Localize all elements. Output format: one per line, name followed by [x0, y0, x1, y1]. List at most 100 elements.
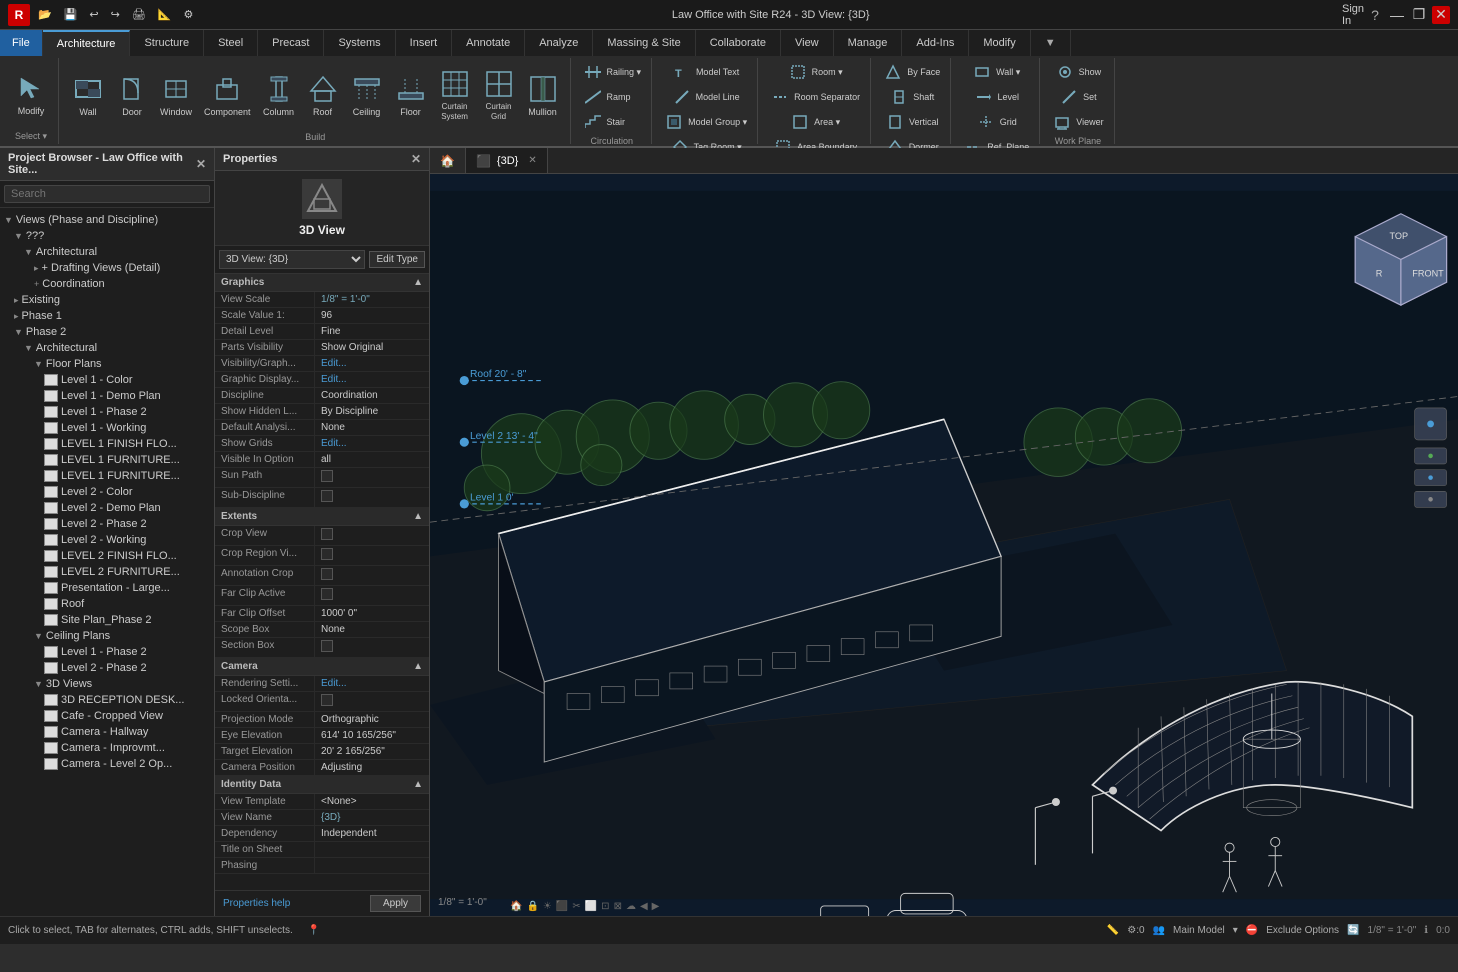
- sync-icon[interactable]: 🔄: [1347, 925, 1359, 936]
- crop-view-checkbox[interactable]: [321, 528, 333, 540]
- close-btn[interactable]: ✕: [1432, 6, 1450, 24]
- tree-item-qqq[interactable]: ▼???: [0, 228, 214, 244]
- section-box-checkbox[interactable]: [321, 640, 333, 652]
- tab-insert[interactable]: Insert: [396, 30, 453, 56]
- modify-btn[interactable]: Modify: [10, 69, 52, 120]
- model-dropdown[interactable]: ▾: [1233, 925, 1238, 936]
- mullion-btn[interactable]: Mullion: [522, 70, 564, 121]
- tree-view-presentation[interactable]: Presentation - Large...: [0, 580, 214, 596]
- 3d-tab-close[interactable]: ✕: [528, 155, 536, 166]
- tab-addins[interactable]: Add-Ins: [902, 30, 969, 56]
- tree-views-root[interactable]: ▼Views (Phase and Discipline): [0, 212, 214, 228]
- set-btn[interactable]: Set: [1055, 85, 1101, 109]
- crop-region-checkbox[interactable]: [321, 548, 333, 560]
- nav-3d-icon[interactable]: ⬜: [585, 901, 597, 912]
- nav-render-icon[interactable]: ⬛: [556, 901, 568, 912]
- tree-view-l2-op[interactable]: Camera - Level 2 Op...: [0, 756, 214, 772]
- tree-item-coordination[interactable]: +Coordination: [0, 276, 214, 292]
- tree-view-l1-finish[interactable]: LEVEL 1 FINISH FLO...: [0, 436, 214, 452]
- nav-cloud-icon[interactable]: ☁: [626, 901, 636, 912]
- tab-steel[interactable]: Steel: [204, 30, 258, 56]
- tree-view-site-plan[interactable]: Site Plan_Phase 2: [0, 612, 214, 628]
- prop-section-extents[interactable]: Extents ▲: [215, 508, 429, 526]
- wall-btn[interactable]: Wall: [67, 70, 109, 121]
- model-group-btn[interactable]: Model Group ▾: [660, 110, 751, 134]
- tree-view-l2-furn[interactable]: LEVEL 2 FURNITURE...: [0, 564, 214, 580]
- roof-btn[interactable]: Roof: [302, 70, 344, 121]
- qa-save[interactable]: 💾: [60, 6, 82, 23]
- tree-view-cafe[interactable]: Cafe - Cropped View: [0, 708, 214, 724]
- sign-in-btn[interactable]: Sign In: [1344, 6, 1362, 24]
- restore-btn[interactable]: ❐: [1410, 6, 1428, 24]
- model-text-btn[interactable]: T Model Text: [668, 60, 743, 84]
- properties-close[interactable]: ✕: [411, 152, 421, 166]
- tree-view-l1-demo[interactable]: Level 1 - Demo Plan: [0, 388, 214, 404]
- tab-annotate[interactable]: Annotate: [452, 30, 525, 56]
- tab-home[interactable]: 🏠: [430, 148, 466, 173]
- tab-precast[interactable]: Precast: [258, 30, 324, 56]
- railing-btn[interactable]: Railing ▾: [579, 60, 646, 84]
- component-btn[interactable]: Component: [199, 70, 256, 121]
- tab-manage[interactable]: Manage: [834, 30, 903, 56]
- qa-measure[interactable]: 📐: [154, 6, 176, 23]
- tab-structure[interactable]: Structure: [130, 30, 204, 56]
- qa-redo[interactable]: ↪: [107, 6, 124, 23]
- sun-path-checkbox[interactable]: [321, 470, 333, 482]
- tree-view-ceil-l1[interactable]: Level 1 - Phase 2: [0, 644, 214, 660]
- tree-view-l1-color[interactable]: Level 1 - Color: [0, 372, 214, 388]
- tree-view-3d-reception[interactable]: 3D RECEPTION DESK...: [0, 692, 214, 708]
- prop-section-identity[interactable]: Identity Data ▲: [215, 776, 429, 794]
- vertical-btn[interactable]: Vertical: [881, 110, 943, 134]
- qa-undo[interactable]: ↩: [85, 6, 102, 23]
- locked-orient-checkbox[interactable]: [321, 694, 333, 706]
- area-btn[interactable]: Area ▾: [786, 110, 844, 134]
- room-sep-btn[interactable]: Room Separator: [766, 85, 864, 109]
- curtain-grid-btn[interactable]: CurtainGrid: [478, 65, 520, 124]
- tree-view-l1-furn2[interactable]: LEVEL 1 FURNITURE...: [0, 468, 214, 484]
- tab-file[interactable]: File: [0, 30, 43, 56]
- tab-contextual[interactable]: ▼: [1031, 30, 1071, 56]
- minimize-btn[interactable]: —: [1388, 6, 1406, 24]
- annotation-crop-checkbox[interactable]: [321, 568, 333, 580]
- apply-btn[interactable]: Apply: [370, 895, 421, 912]
- nav-section-icon[interactable]: ✂: [572, 901, 580, 912]
- qa-settings[interactable]: ⚙: [180, 6, 198, 23]
- prop-section-graphics[interactable]: Graphics ▲: [215, 274, 429, 292]
- tab-massing[interactable]: Massing & Site: [593, 30, 695, 56]
- shaft-btn[interactable]: Shaft: [885, 85, 938, 109]
- prop-view-select[interactable]: 3D View: {3D}: [219, 250, 365, 269]
- tree-item-phase2[interactable]: ▼Phase 2: [0, 324, 214, 340]
- curtain-system-btn[interactable]: CurtainSystem: [434, 65, 476, 124]
- tree-view-l1-working[interactable]: Level 1 - Working: [0, 420, 214, 436]
- tab-architecture[interactable]: Architecture: [43, 30, 131, 56]
- tree-view-l2-phase2[interactable]: Level 2 - Phase 2: [0, 516, 214, 532]
- tree-view-ceil-l2[interactable]: Level 2 - Phase 2: [0, 660, 214, 676]
- tree-item-drafting[interactable]: ▸+ Drafting Views (Detail): [0, 260, 214, 276]
- prop-section-camera[interactable]: Camera ▲: [215, 658, 429, 676]
- nav-temp-icon[interactable]: ⊠: [614, 901, 622, 912]
- model-line-btn[interactable]: Model Line: [668, 85, 744, 109]
- tree-item-existing[interactable]: ▸Existing: [0, 292, 214, 308]
- qa-open[interactable]: 📂: [34, 6, 56, 23]
- sub-discipline-checkbox[interactable]: [321, 490, 333, 502]
- far-clip-checkbox[interactable]: [321, 588, 333, 600]
- tree-view-l2-demo[interactable]: Level 2 - Demo Plan: [0, 500, 214, 516]
- help-icon[interactable]: ?: [1366, 6, 1384, 24]
- door-btn[interactable]: Door: [111, 70, 153, 121]
- window-btn[interactable]: Window: [155, 70, 197, 121]
- column-btn[interactable]: Column: [258, 70, 300, 121]
- tree-view-improvt[interactable]: Camera - Improvmt...: [0, 740, 214, 756]
- tree-item-ceiling-plans[interactable]: ▼Ceiling Plans: [0, 628, 214, 644]
- project-browser-close[interactable]: ✕: [196, 157, 206, 171]
- search-input[interactable]: [4, 185, 210, 203]
- qa-print[interactable]: 🖨: [128, 6, 150, 23]
- ramp-btn[interactable]: Ramp: [579, 85, 646, 109]
- tab-modify[interactable]: Modify: [969, 30, 1030, 56]
- floor-btn[interactable]: Floor: [390, 70, 432, 121]
- viewport-canvas[interactable]: .bld { fill: none; stroke: #e8e8e8; stro…: [430, 174, 1458, 916]
- by-face-btn[interactable]: By Face: [879, 60, 944, 84]
- tree-view-l2-finish[interactable]: LEVEL 2 FINISH FLO...: [0, 548, 214, 564]
- nav-crop-icon[interactable]: ⊡: [601, 901, 609, 912]
- tree-view-hallway[interactable]: Camera - Hallway: [0, 724, 214, 740]
- tab-view[interactable]: View: [781, 30, 834, 56]
